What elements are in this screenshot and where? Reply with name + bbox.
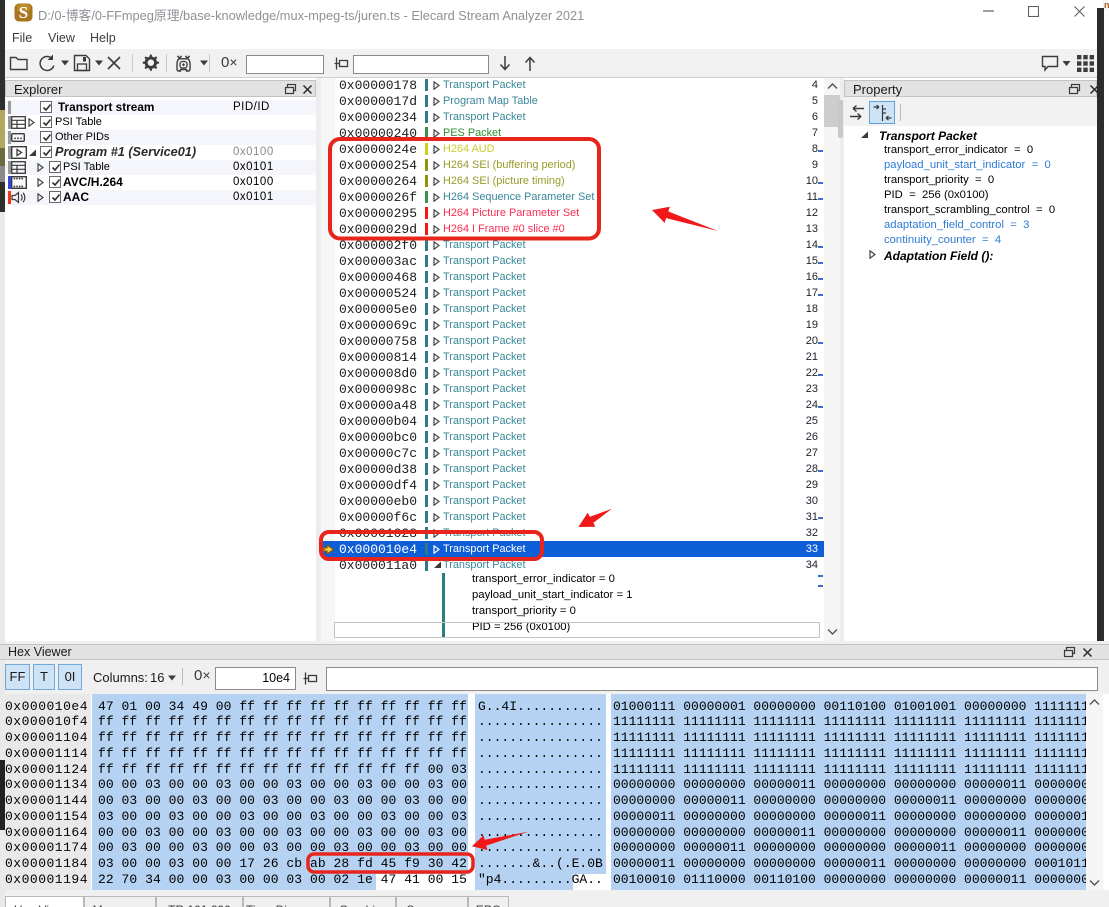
svg-text:S: S bbox=[19, 3, 28, 22]
